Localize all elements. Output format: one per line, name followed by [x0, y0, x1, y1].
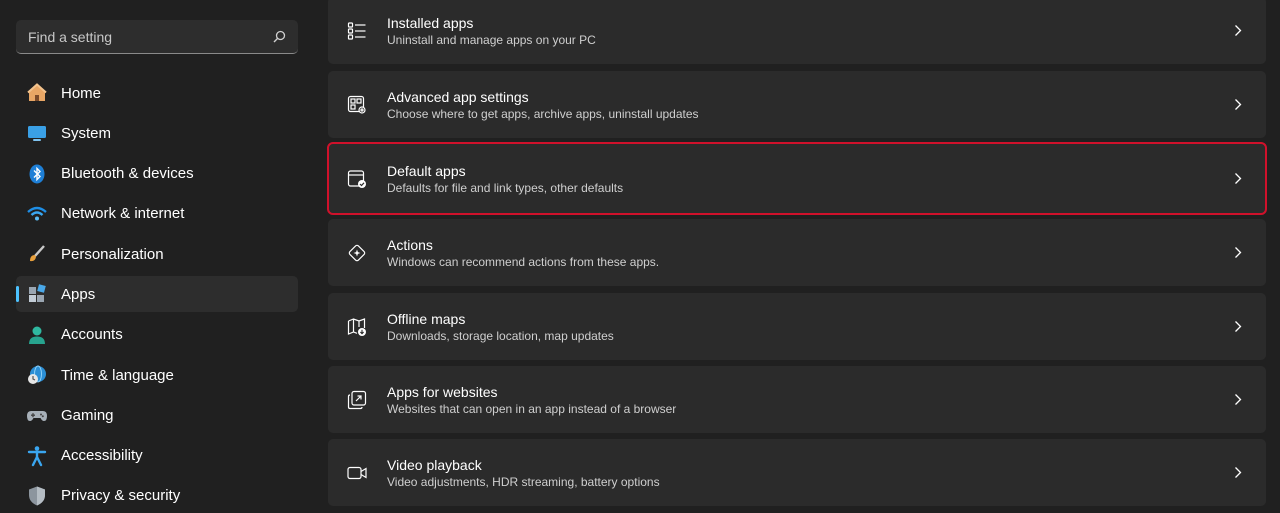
chevron-right-icon — [1232, 24, 1244, 38]
app-settings-icon — [345, 93, 369, 117]
card-subtitle: Uninstall and manage apps on your PC — [387, 32, 596, 47]
card-subtitle: Websites that can open in an app instead… — [387, 401, 677, 416]
active-indicator — [16, 286, 19, 303]
card-subtitle: Video adjustments, HDR streaming, batter… — [387, 474, 660, 489]
default-apps-icon — [345, 167, 369, 191]
sidebar-item-system[interactable]: System — [16, 115, 298, 151]
card-text: Installed apps Uninstall and manage apps… — [387, 14, 1232, 48]
card-subtitle: Choose where to get apps, archive apps, … — [387, 106, 699, 121]
card-title: Video playback — [387, 456, 482, 473]
installed-apps-card[interactable]: Installed apps Uninstall and manage apps… — [328, 0, 1266, 64]
chevron-right-icon — [1232, 172, 1244, 186]
sidebar-item-label: Apps — [61, 285, 96, 303]
card-text: Advanced app settings Choose where to ge… — [387, 88, 1232, 122]
shield-icon — [26, 485, 48, 507]
sidebar: Find a setting Home System Bluetooth & d… — [0, 0, 316, 513]
actions-card[interactable]: Actions Windows can recommend actions fr… — [328, 219, 1266, 286]
card-title: Advanced app settings — [387, 88, 529, 105]
home-icon — [26, 82, 48, 104]
sidebar-item-label: Network & internet — [61, 205, 185, 223]
sidebar-item-bluetooth[interactable]: Bluetooth & devices — [16, 156, 298, 192]
card-text: Offline maps Downloads, storage location… — [387, 310, 1232, 344]
settings-window: Find a setting Home System Bluetooth & d… — [0, 0, 1280, 513]
chevron-right-icon — [1232, 466, 1244, 480]
offline-maps-card[interactable]: Offline maps Downloads, storage location… — [328, 293, 1266, 360]
sidebar-nav: Home System Bluetooth & devices Network … — [16, 75, 298, 513]
advanced-app-settings-card[interactable]: Advanced app settings Choose where to ge… — [328, 71, 1266, 138]
controller-icon — [26, 404, 48, 426]
brush-icon — [26, 243, 48, 265]
card-subtitle: Defaults for file and link types, other … — [387, 180, 624, 195]
accessibility-icon — [26, 445, 48, 467]
sidebar-item-personalization[interactable]: Personalization — [16, 236, 298, 272]
card-title: Default apps — [387, 162, 466, 179]
search-input[interactable]: Find a setting — [16, 20, 298, 54]
chevron-right-icon — [1232, 393, 1244, 407]
map-icon — [345, 315, 369, 339]
sidebar-item-gaming[interactable]: Gaming — [16, 397, 298, 433]
card-title: Apps for websites — [387, 383, 498, 400]
card-text: Video playback Video adjustments, HDR st… — [387, 456, 1232, 490]
system-icon — [26, 122, 48, 144]
sidebar-item-accessibility[interactable]: Accessibility — [16, 438, 298, 474]
sidebar-item-label: Home — [61, 84, 102, 102]
search-placeholder: Find a setting — [28, 28, 113, 45]
sidebar-item-network[interactable]: Network & internet — [16, 196, 298, 232]
card-title: Installed apps — [387, 14, 474, 31]
default-apps-card[interactable]: Default apps Defaults for file and link … — [327, 142, 1267, 215]
actions-icon — [345, 241, 369, 265]
chevron-right-icon — [1232, 246, 1244, 260]
video-icon — [345, 461, 369, 485]
apps-settings-list: Installed apps Uninstall and manage apps… — [327, 0, 1267, 513]
card-text: Default apps Defaults for file and link … — [387, 162, 1232, 196]
list-icon — [345, 19, 369, 43]
sidebar-item-label: Accessibility — [61, 447, 143, 465]
sidebar-item-label: Gaming — [61, 406, 114, 424]
sidebar-item-accounts[interactable]: Accounts — [16, 317, 298, 353]
account-icon — [26, 324, 48, 346]
sidebar-item-apps[interactable]: Apps — [16, 276, 298, 313]
chevron-right-icon — [1232, 98, 1244, 112]
card-text: Actions Windows can recommend actions fr… — [387, 236, 1232, 270]
card-text: Apps for websites Websites that can open… — [387, 383, 1232, 417]
sidebar-item-label: System — [61, 124, 112, 142]
card-subtitle: Downloads, storage location, map updates — [387, 328, 614, 343]
card-title: Actions — [387, 236, 433, 253]
card-title: Offline maps — [387, 310, 466, 327]
sidebar-item-privacy-security[interactable]: Privacy & security — [16, 478, 298, 513]
sidebar-item-label: Privacy & security — [61, 487, 181, 505]
sidebar-item-label: Personalization — [61, 245, 164, 263]
bluetooth-icon — [26, 163, 48, 185]
search-icon[interactable] — [272, 30, 286, 44]
sidebar-item-label: Bluetooth & devices — [61, 165, 194, 183]
wifi-icon — [26, 203, 48, 225]
video-playback-card[interactable]: Video playback Video adjustments, HDR st… — [328, 439, 1266, 506]
open-in-app-icon — [345, 388, 369, 412]
sidebar-item-home[interactable]: Home — [16, 75, 298, 111]
sidebar-item-label: Accounts — [61, 326, 123, 344]
sidebar-item-label: Time & language — [61, 366, 174, 384]
globe-clock-icon — [26, 364, 48, 386]
chevron-right-icon — [1232, 320, 1244, 334]
apps-icon — [26, 283, 48, 305]
card-subtitle: Windows can recommend actions from these… — [387, 254, 660, 269]
apps-for-websites-card[interactable]: Apps for websites Websites that can open… — [328, 366, 1266, 433]
sidebar-item-time-language[interactable]: Time & language — [16, 357, 298, 393]
